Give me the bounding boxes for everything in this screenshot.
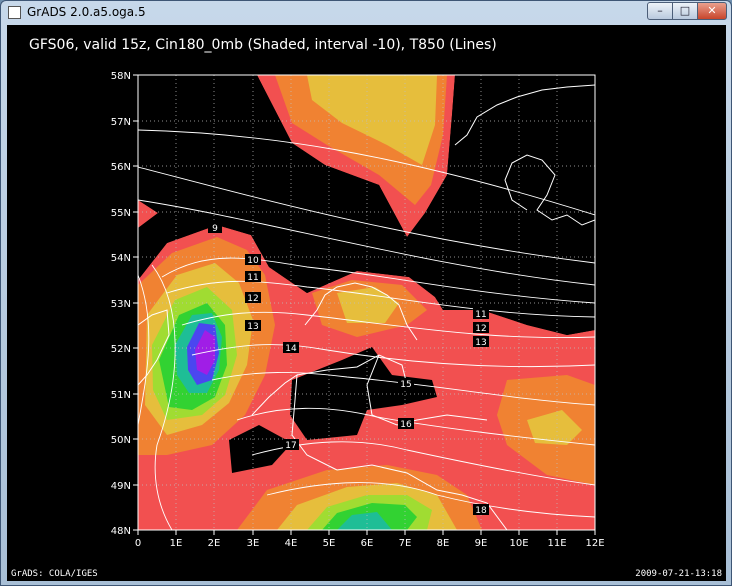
x-tick-labels: 0 1E 2E 3E 4E 5E 6E 7E 8E 9E 10E 11E 12E <box>135 538 605 549</box>
x-tick-label: 10E <box>509 538 528 549</box>
y-tick-label: 56N <box>111 162 131 173</box>
contour-label: 12 <box>475 324 486 334</box>
minimize-button[interactable]: – <box>647 2 673 20</box>
contour-label: 16 <box>400 420 412 430</box>
footer-timestamp: 2009-07-21-13:18 <box>635 569 722 579</box>
x-tick-label: 1E <box>170 538 183 549</box>
x-tick-label: 6E <box>361 538 374 549</box>
plot-heading: GFS06, valid 15z, Cin180_0mb (Shaded, in… <box>29 37 497 53</box>
x-tick-label: 3E <box>247 538 260 549</box>
y-tick-label: 54N <box>111 253 131 264</box>
contour-label: 17 <box>285 441 296 451</box>
x-tick-label: 4E <box>285 538 298 549</box>
y-tick-label: 50N <box>111 435 131 446</box>
x-tick-label: 11E <box>547 538 566 549</box>
y-tick-label: 49N <box>111 481 131 492</box>
y-tick-label: 57N <box>111 117 131 128</box>
app-icon <box>8 6 21 19</box>
contour-label: 10 <box>247 256 259 266</box>
maximize-button[interactable]: □ <box>672 2 698 20</box>
x-tick-label: 9E <box>475 538 488 549</box>
contour-label: 11 <box>475 310 486 320</box>
x-tick-label: 7E <box>399 538 412 549</box>
minimize-icon: – <box>657 4 663 17</box>
grads-window: GrADS 2.0.a5.oga.5 – □ ✕ GFS06, valid 15… <box>0 0 732 586</box>
x-tick-label: 8E <box>437 538 450 549</box>
x-tick-label: 12E <box>585 538 604 549</box>
x-tick-label: 0 <box>135 538 141 549</box>
contour-label: 9 <box>212 224 218 234</box>
contour-label: 12 <box>247 294 258 304</box>
plot-canvas: GFS06, valid 15z, Cin180_0mb (Shaded, in… <box>7 25 726 581</box>
contour-label: 15 <box>400 380 411 390</box>
y-tick-label: 53N <box>111 299 131 310</box>
y-tick-label: 48N <box>111 526 131 537</box>
footer-credit: GrADS: COLA/IGES <box>11 569 98 579</box>
y-tick-label: 55N <box>111 208 131 219</box>
x-tick-label: 2E <box>208 538 221 549</box>
y-tick-label: 52N <box>111 344 131 355</box>
close-icon: ✕ <box>707 4 717 17</box>
contour-label: 14 <box>285 344 297 354</box>
y-tick-label: 58N <box>111 71 131 82</box>
y-tick-labels: 58N 57N 56N 55N 54N 53N 52N 51N 50N 49N … <box>111 71 131 537</box>
contour-label: 18 <box>475 506 487 516</box>
close-button[interactable]: ✕ <box>697 2 727 20</box>
contour-label: 13 <box>247 322 258 332</box>
y-tick-label: 51N <box>111 390 131 401</box>
x-tick-label: 5E <box>323 538 336 549</box>
plot-svg: GFS06, valid 15z, Cin180_0mb (Shaded, in… <box>11 37 722 579</box>
maximize-icon: □ <box>679 4 691 17</box>
title-bar[interactable]: GrADS 2.0.a5.oga.5 – □ ✕ <box>1 1 731 25</box>
shaded-field <box>138 75 595 530</box>
contour-label: 13 <box>475 338 486 348</box>
contour-label: 11 <box>247 273 258 283</box>
window-title: GrADS 2.0.a5.oga.5 <box>27 5 146 19</box>
